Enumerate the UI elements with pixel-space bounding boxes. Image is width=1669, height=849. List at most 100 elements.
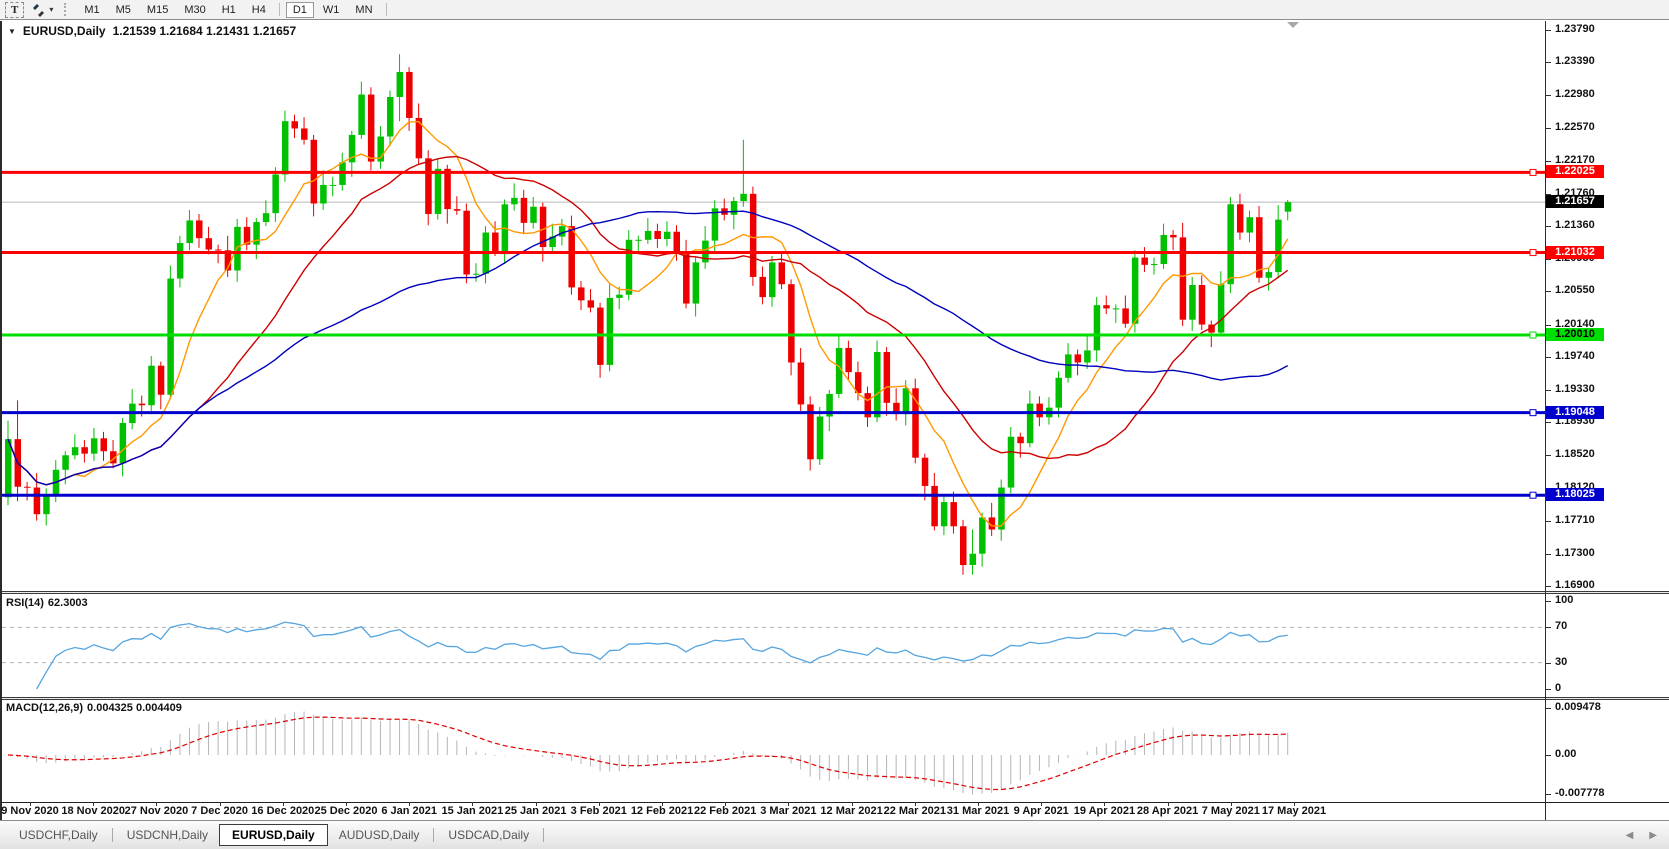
price-tick	[1546, 95, 1551, 96]
tab-scroll-right-icon[interactable]: ▶	[1649, 830, 1657, 841]
date-tick-label: 22 Mar 2021	[884, 805, 946, 817]
tab-separator	[543, 828, 544, 842]
window-left-border	[0, 21, 2, 820]
price-tick	[1546, 128, 1551, 129]
tf-button-mn[interactable]: MN	[348, 2, 379, 18]
date-tick-label: 19 Apr 2021	[1074, 805, 1135, 817]
macd-tick-label: -0.007778	[1555, 787, 1605, 799]
level-handle[interactable]	[1530, 169, 1536, 175]
level-handle[interactable]	[1530, 250, 1536, 256]
rsi-tick	[1546, 689, 1551, 690]
date-tick-label: 15 Jan 2021	[442, 805, 504, 817]
tf-button-m5[interactable]: M5	[109, 2, 138, 18]
date-tick-label: 12 Feb 2021	[631, 805, 693, 817]
chart-window: ▼ EURUSD,Daily 1.21539 1.21684 1.21431 1…	[0, 21, 1669, 820]
tf-button-h4[interactable]: H4	[245, 2, 273, 18]
rsi-indicator-label: RSI(14)62.3003	[6, 597, 92, 609]
chart-tab-usdchf[interactable]: USDCHF,Daily	[8, 824, 109, 846]
level-handle[interactable]	[1530, 332, 1536, 338]
price-tick-label: 1.22980	[1555, 88, 1595, 100]
chart-title: ▼ EURUSD,Daily 1.21539 1.21684 1.21431 1…	[8, 24, 296, 38]
level-handle[interactable]	[1530, 492, 1536, 498]
price-tick	[1546, 422, 1551, 423]
date-tick-label: 18 Nov 2020	[61, 805, 125, 817]
level-price-label[interactable]: 1.18025	[1546, 488, 1604, 501]
price-tick	[1546, 30, 1551, 31]
macd-tick	[1546, 708, 1551, 709]
price-tick	[1546, 291, 1551, 292]
price-tick	[1546, 259, 1551, 260]
rsi-tick	[1546, 627, 1551, 628]
macd-indicator-label: MACD(12,26,9)0.004325 0.004409	[6, 702, 186, 714]
price-tick	[1546, 521, 1551, 522]
price-tick-label: 1.19740	[1555, 350, 1595, 362]
date-tick-label: 6 Jan 2021	[381, 805, 437, 817]
level-price-label[interactable]: 1.20010	[1546, 328, 1604, 341]
toolbar-separator	[386, 3, 387, 16]
tf-button-h1[interactable]: H1	[215, 2, 243, 18]
rsi-tick-label: 70	[1555, 620, 1567, 632]
chart-menu-arrow-icon[interactable]: ▼	[8, 27, 16, 36]
level-price-label[interactable]: 1.19048	[1546, 406, 1604, 419]
date-tick-label: 31 Mar 2021	[947, 805, 1009, 817]
price-tick-label: 1.20550	[1555, 284, 1595, 296]
main-chart-canvas[interactable]	[2, 21, 1545, 591]
level-price-label[interactable]: 1.21032	[1546, 246, 1604, 259]
rsi-name: RSI(14)	[6, 597, 44, 609]
price-tick-label: 1.22570	[1555, 121, 1595, 133]
date-tick-label: 22 Feb 2021	[694, 805, 756, 817]
chart-tab-usdcnh[interactable]: USDCNH,Daily	[116, 824, 219, 846]
tf-button-m15[interactable]: M15	[140, 2, 175, 18]
chart-tab-usdcad[interactable]: USDCAD,Daily	[437, 824, 540, 846]
macd-tick-label: 0.00	[1555, 748, 1576, 760]
price-tick-label: 1.21360	[1555, 219, 1595, 231]
tf-button-m1[interactable]: M1	[77, 2, 106, 18]
date-tick-label: 7 Dec 2020	[191, 805, 248, 817]
tf-button-m30[interactable]: M30	[177, 2, 212, 18]
chart-tab-audusd[interactable]: AUDUSD,Daily	[328, 824, 431, 846]
price-tick	[1546, 325, 1551, 326]
toolbar-grip[interactable]	[64, 3, 69, 16]
date-tick-label: 9 Nov 2020	[1, 805, 58, 817]
date-tick-label: 3 Mar 2021	[760, 805, 816, 817]
tf-button-w1[interactable]: W1	[316, 2, 347, 18]
chart-title-symbol: EURUSD,Daily	[23, 24, 106, 38]
macd-tick-label: 0.009478	[1555, 701, 1601, 713]
tf-button-d1[interactable]: D1	[286, 2, 314, 18]
price-tick	[1546, 226, 1551, 227]
date-tick-label: 12 Mar 2021	[820, 805, 882, 817]
macd-values: 0.004325 0.004409	[87, 702, 182, 714]
date-tick-label: 7 May 2021	[1202, 805, 1260, 817]
tab-separator	[433, 828, 434, 842]
chart-tab-eurusd[interactable]: EURUSD,Daily	[219, 824, 328, 846]
rsi-tick-label: 30	[1555, 656, 1567, 668]
macd-tick	[1546, 755, 1551, 756]
text-tool-button[interactable]: T	[5, 2, 24, 18]
chart-tab-bar: USDCHF,Daily USDCNH,DailyEURUSD,DailyAUDU…	[0, 820, 1669, 849]
price-tick	[1546, 62, 1551, 63]
date-tick-label: 27 Nov 2020	[125, 805, 189, 817]
price-tick-label: 1.23390	[1555, 55, 1595, 67]
level-price-label[interactable]: 1.22025	[1546, 165, 1604, 178]
tab-scroll-left-icon[interactable]: ◀	[1626, 830, 1634, 841]
date-tick-label: 25 Dec 2020	[315, 805, 378, 817]
date-tick-label: 3 Feb 2021	[571, 805, 627, 817]
price-tick	[1546, 554, 1551, 555]
chart-shift-marker-icon	[1287, 22, 1299, 28]
macd-tick	[1546, 794, 1551, 795]
price-tick	[1546, 161, 1551, 162]
price-tick-label: 1.23790	[1555, 23, 1595, 35]
date-tick-label: 16 Dec 2020	[251, 805, 314, 817]
date-tick-label: 9 Apr 2021	[1014, 805, 1069, 817]
rsi-tick-label: 100	[1555, 594, 1573, 606]
macd-chart-canvas[interactable]	[2, 700, 1545, 802]
tab-separator	[112, 828, 113, 842]
tab-scroll-arrows: ◀ ▶	[1626, 830, 1657, 841]
rsi-chart-canvas[interactable]	[2, 594, 1545, 697]
rsi-tick-label: 0	[1555, 682, 1561, 694]
level-handle[interactable]	[1530, 410, 1536, 416]
toolbar-separator	[279, 3, 280, 16]
price-tick-label: 1.19330	[1555, 383, 1595, 395]
chart-tabs: USDCHF,Daily USDCNH,DailyEURUSD,DailyAUDU…	[8, 824, 547, 846]
arrows-tool-button[interactable]: ▾	[26, 1, 58, 19]
